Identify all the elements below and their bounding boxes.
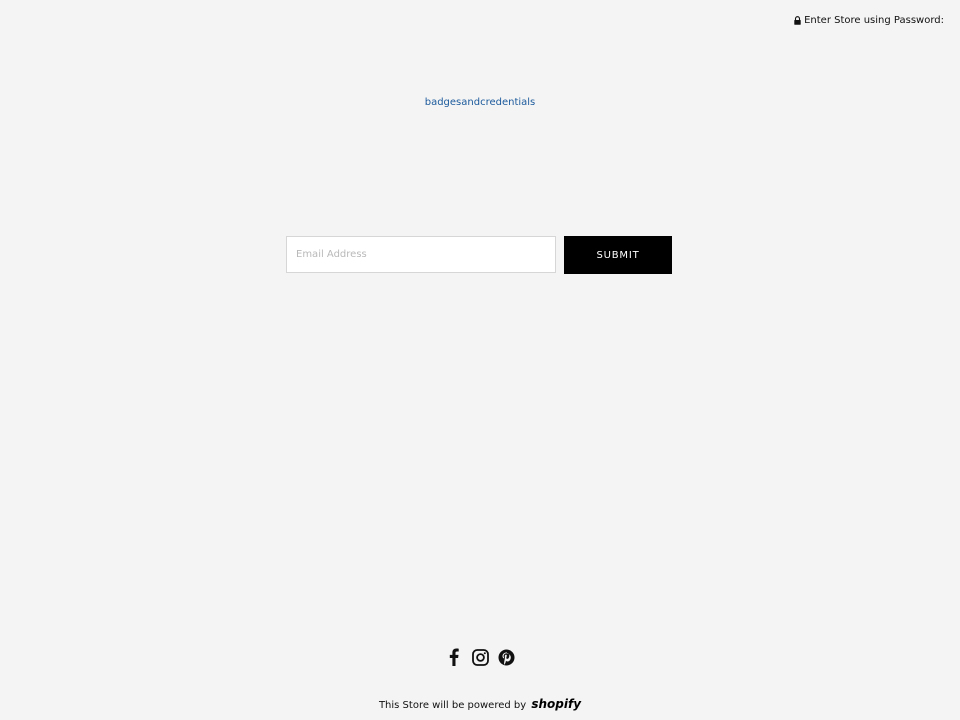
instagram-link[interactable] xyxy=(471,647,489,667)
email-signup-form: SUBMIT xyxy=(286,236,672,274)
facebook-link[interactable] xyxy=(445,647,463,667)
shopify-logo-link[interactable]: shopify xyxy=(531,697,581,711)
store-name-link[interactable]: badgesandcredentials xyxy=(0,97,960,108)
password-page: Enter Store using Password: badgesandcre… xyxy=(0,0,960,720)
powered-by-shopify: This Store will be powered by shopify xyxy=(0,697,960,711)
enter-password-link[interactable]: Enter Store using Password: xyxy=(794,15,944,26)
facebook-icon xyxy=(449,648,459,666)
enter-password-label: Enter Store using Password: xyxy=(804,15,944,26)
pinterest-link[interactable] xyxy=(497,647,515,667)
pinterest-icon xyxy=(498,649,514,665)
social-links xyxy=(0,647,960,667)
lock-icon xyxy=(794,16,801,25)
powered-by-text: This Store will be powered by xyxy=(378,700,527,711)
email-address-input[interactable] xyxy=(286,236,556,273)
submit-button[interactable]: SUBMIT xyxy=(564,236,672,274)
instagram-icon xyxy=(471,648,489,666)
